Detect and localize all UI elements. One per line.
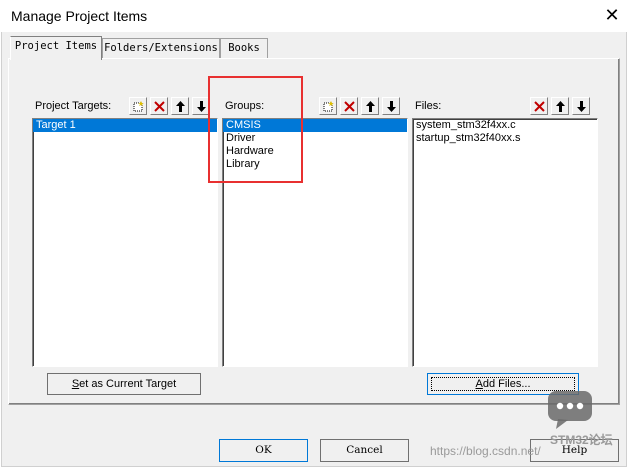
move-down-icon xyxy=(577,101,586,112)
groups-new-button[interactable] xyxy=(319,97,337,115)
targets-move-up-button[interactable] xyxy=(171,97,189,115)
tab-folders-extensions[interactable]: Folders/Extensions xyxy=(102,38,220,59)
targets-label: Project Targets: xyxy=(35,100,112,112)
list-item-file[interactable]: startup_stm32f40xx.s xyxy=(413,132,597,145)
ok-button[interactable]: OK xyxy=(219,439,308,462)
list-item-file[interactable]: system_stm32f4xx.c xyxy=(413,119,597,132)
move-down-icon xyxy=(387,101,396,112)
targets-delete-button[interactable] xyxy=(150,97,168,115)
delete-icon xyxy=(154,101,165,112)
new-item-icon xyxy=(133,101,144,112)
files-label: Files: xyxy=(415,100,442,112)
new-item-icon xyxy=(323,101,334,112)
files-move-up-button[interactable] xyxy=(551,97,569,115)
targets-new-button[interactable] xyxy=(129,97,147,115)
tab-project-items[interactable]: Project Items xyxy=(10,36,102,60)
move-up-icon xyxy=(176,101,185,112)
files-delete-button[interactable] xyxy=(530,97,548,115)
set-current-target-button[interactable]: Set as Current Target xyxy=(47,373,201,395)
move-down-icon xyxy=(197,101,206,112)
move-up-icon xyxy=(556,101,565,112)
window-title: Manage Project Items xyxy=(11,8,148,24)
forum-logo: STM32论坛 xyxy=(548,385,620,447)
move-up-icon xyxy=(366,101,375,112)
files-move-down-button[interactable] xyxy=(572,97,590,115)
files-header: Files: xyxy=(412,97,598,115)
forum-logo-text: STM32论坛 xyxy=(550,433,613,447)
delete-icon xyxy=(344,101,355,112)
files-list[interactable]: system_stm32f4xx.c startup_stm32f40xx.s xyxy=(412,118,598,367)
groups-move-down-button[interactable] xyxy=(382,97,400,115)
tab-books[interactable]: Books xyxy=(220,38,268,59)
targets-header: Project Targets: xyxy=(32,97,218,115)
title-bar: Manage Project Items ✕ xyxy=(0,0,628,32)
cancel-button[interactable]: Cancel xyxy=(320,439,409,462)
watermark-text: https://blog.csdn.net/ xyxy=(430,444,541,458)
close-icon[interactable]: ✕ xyxy=(602,5,622,25)
targets-list[interactable]: Target 1 xyxy=(32,118,218,367)
delete-icon xyxy=(534,101,545,112)
list-item-target[interactable]: Target 1 xyxy=(33,119,217,132)
highlight-box xyxy=(208,76,303,183)
groups-delete-button[interactable] xyxy=(340,97,358,115)
groups-move-up-button[interactable] xyxy=(361,97,379,115)
